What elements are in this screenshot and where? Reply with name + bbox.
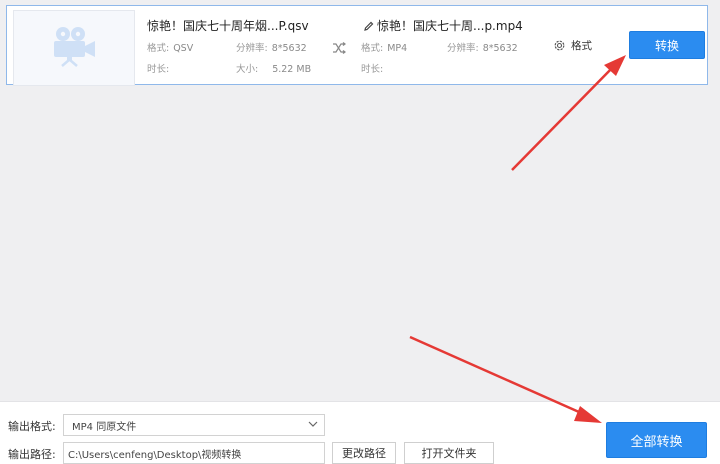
source-resolution-value: 8*5632 bbox=[271, 43, 307, 54]
bottom-toolbar: 输出格式: MP4 同原文件 输出路径: C:\Users\cenfeng\De… bbox=[0, 401, 720, 464]
target-duration-label: 时长: bbox=[361, 64, 384, 75]
target-format-label: 格式: bbox=[361, 43, 384, 54]
source-format-value: QSV bbox=[173, 43, 194, 54]
target-format-value: MP4 bbox=[387, 43, 408, 54]
output-format-select[interactable]: MP4 同原文件 bbox=[63, 414, 325, 436]
convert-all-button[interactable]: 全部转换 bbox=[606, 422, 707, 458]
output-path-field[interactable]: C:\Users\cenfeng\Desktop\视频转换 bbox=[63, 442, 325, 464]
convert-button[interactable]: 转换 bbox=[629, 31, 705, 59]
gear-icon bbox=[554, 40, 565, 50]
target-format: 格式: MP4 bbox=[361, 40, 407, 54]
target-file-name[interactable]: 惊艳！国庆七十周...p.mp4 bbox=[377, 17, 523, 34]
source-duration-label: 时长: bbox=[147, 64, 170, 75]
open-folder-button[interactable]: 打开文件夹 bbox=[404, 442, 494, 464]
video-thumbnail bbox=[13, 10, 135, 86]
shuffle-icon bbox=[332, 39, 346, 58]
source-size-value: 5.22 MB bbox=[272, 64, 312, 75]
target-resolution-value: 8*5632 bbox=[482, 43, 518, 54]
source-file-name: 惊艳！国庆七十周年烟...P.qsv bbox=[147, 19, 309, 33]
output-format-label: 输出格式: bbox=[8, 420, 56, 433]
chevron-down-icon bbox=[308, 420, 318, 431]
change-path-button[interactable]: 更改路径 bbox=[332, 442, 396, 464]
output-path-label: 输出路径: bbox=[8, 448, 56, 461]
file-item-card[interactable]: 惊艳！国庆七十周年烟...P.qsv 格式: QSV 分辨率: 8*5632 时长:… bbox=[6, 5, 708, 86]
video-camera-icon bbox=[49, 25, 99, 71]
target-resolution-label: 分辨率: bbox=[447, 43, 479, 54]
source-format: 格式: QSV bbox=[147, 40, 193, 54]
source-resolution: 分辨率: 8*5632 bbox=[236, 40, 307, 54]
source-format-label: 格式: bbox=[147, 43, 170, 54]
source-size: 大小: 5.22 MB bbox=[236, 61, 311, 75]
edit-pencil-icon[interactable] bbox=[363, 17, 374, 36]
output-format-value: MP4 同原文件 bbox=[72, 421, 137, 433]
format-settings-button[interactable]: 格式 bbox=[553, 36, 592, 54]
format-button-label: 格式 bbox=[571, 39, 592, 52]
source-size-label: 大小: bbox=[236, 64, 259, 75]
source-resolution-label: 分辨率: bbox=[236, 43, 268, 54]
target-resolution: 分辨率: 8*5632 bbox=[447, 40, 518, 54]
